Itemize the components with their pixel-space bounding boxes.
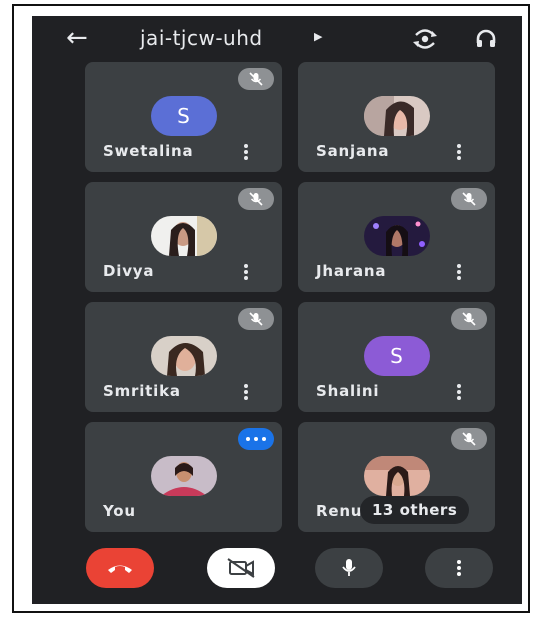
caret-right-icon[interactable]: ▶ [314, 30, 322, 43]
avatar: S [363, 336, 430, 376]
avatar [150, 216, 217, 256]
speaking-indicator-badge [238, 428, 274, 450]
participant-name: Divya [103, 262, 155, 280]
more-options-icon[interactable] [244, 264, 248, 280]
more-options-icon[interactable] [244, 144, 248, 160]
mic-off-icon [462, 312, 476, 326]
muted-mic-badge [451, 188, 487, 210]
end-call-icon [108, 565, 132, 573]
back-arrow-icon[interactable]: ← [66, 24, 88, 52]
microphone-button[interactable] [315, 548, 383, 588]
avatar [150, 456, 217, 496]
participant-tile[interactable]: Renu 13 others [298, 422, 495, 532]
mic-off-icon [249, 312, 263, 326]
more-vertical-icon [457, 560, 461, 576]
others-count-pill[interactable]: 13 others [360, 496, 470, 524]
more-options-icon[interactable] [457, 144, 461, 160]
mic-off-icon [462, 432, 476, 446]
avatar [150, 336, 217, 376]
participant-name: Smritika [103, 382, 181, 400]
participant-name: Swetalina [103, 142, 194, 160]
avatar [363, 96, 430, 136]
top-bar: ← jai-tjcw-uhd ▶ [32, 16, 522, 62]
camera-off-icon [227, 558, 255, 578]
mic-off-icon [249, 72, 263, 86]
meet-screen: ← jai-tjcw-uhd ▶ S Swetalina Sanjana Div… [32, 16, 522, 604]
more-options-icon[interactable] [457, 264, 461, 280]
muted-mic-badge [451, 308, 487, 330]
participant-name: Renu [316, 502, 363, 520]
avatar: S [150, 96, 217, 136]
participant-tile[interactable]: Smritika [85, 302, 282, 412]
participant-tile-self[interactable]: You [85, 422, 282, 532]
mic-off-icon [462, 192, 476, 206]
more-options-icon[interactable] [244, 384, 248, 400]
end-call-button[interactable] [86, 548, 154, 588]
muted-mic-badge [238, 308, 274, 330]
muted-mic-badge [238, 68, 274, 90]
mic-off-icon [249, 192, 263, 206]
participant-tile[interactable]: S Shalini [298, 302, 495, 412]
avatar [363, 456, 430, 496]
participant-tile[interactable]: Divya [85, 182, 282, 292]
more-options-button[interactable] [425, 548, 493, 588]
headphones-icon[interactable] [474, 27, 498, 51]
participant-name: Sanjana [316, 142, 390, 160]
camera-toggle-button[interactable] [207, 548, 275, 588]
participant-tile[interactable]: Jharana [298, 182, 495, 292]
participant-tile[interactable]: Sanjana [298, 62, 495, 172]
participant-tile[interactable]: S Swetalina [85, 62, 282, 172]
avatar [363, 216, 430, 256]
participant-name: Shalini [316, 382, 380, 400]
muted-mic-badge [451, 428, 487, 450]
more-options-icon[interactable] [457, 384, 461, 400]
switch-camera-icon[interactable] [412, 27, 437, 51]
participant-name: You [103, 502, 136, 520]
participant-name: Jharana [316, 262, 387, 280]
muted-mic-badge [238, 188, 274, 210]
meeting-code[interactable]: jai-tjcw-uhd [140, 26, 263, 50]
microphone-icon [342, 559, 356, 576]
